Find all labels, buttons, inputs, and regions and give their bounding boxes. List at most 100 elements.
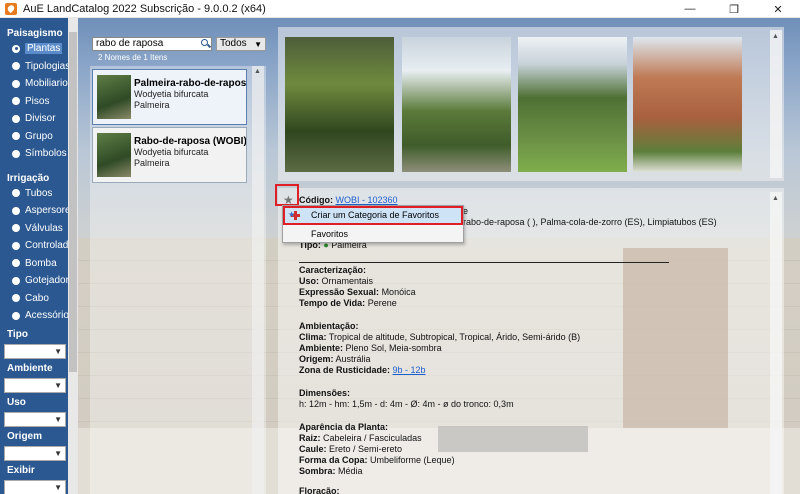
use-label: Uso: — [299, 276, 319, 286]
sidebar-item-cabo[interactable]: Cabo — [0, 290, 68, 308]
filter-label-origem: Origem — [7, 430, 43, 442]
root-label: Raiz: — [299, 433, 321, 443]
minimize-button[interactable]: — — [668, 0, 712, 18]
radio-icon — [12, 241, 20, 250]
plant-photo[interactable] — [633, 37, 742, 172]
scroll-up-icon[interactable]: ▲ — [254, 68, 261, 75]
filter-label-ambiente: Ambiente — [7, 362, 53, 374]
radio-icon — [12, 114, 20, 123]
sidebar-item-simbolos[interactable]: Símbolos — [0, 145, 68, 163]
detail-scrollbar[interactable]: ▲ — [770, 192, 782, 494]
sexual-label: Expressão Sexual: — [299, 287, 380, 297]
sidebar-item-label: Gotejador — [25, 275, 69, 287]
divider — [299, 262, 669, 263]
use-line: Uso: Ornamentais — [299, 276, 373, 287]
plant-photo[interactable] — [402, 37, 511, 172]
plant-photo[interactable] — [518, 37, 627, 172]
scroll-up-icon[interactable]: ▲ — [772, 33, 779, 40]
radio-icon — [12, 294, 20, 303]
sidebar-item-plantas[interactable]: Plantas — [0, 40, 68, 58]
filter-label-tipo: Tipo — [7, 328, 28, 340]
results-scrollbar[interactable]: ▲ — [252, 66, 264, 494]
plant-name: Palmeira-rabo-de-raposa ( — [134, 78, 246, 89]
search-icon[interactable] — [200, 38, 212, 50]
sidebar-item-label: Grupo — [25, 130, 53, 142]
sidebar-item-acessorios[interactable]: Acessórios — [0, 307, 74, 325]
sidebar-item-tipologias[interactable]: Tipologias — [0, 58, 70, 76]
env-value: Pleno Sol, Meia-sombra — [345, 343, 442, 353]
sidebar-item-controlado[interactable]: Controlado — [0, 237, 74, 255]
filter-label-exibir: Exibir — [7, 464, 35, 476]
radio-icon — [12, 276, 20, 285]
life-label: Tempo de Vida: — [299, 298, 366, 308]
life-value: Perene — [367, 298, 397, 308]
sidebar-item-divisor[interactable]: Divisor — [0, 110, 68, 128]
scrollbar-thumb[interactable] — [69, 32, 77, 372]
root-line: Raiz: Cabeleira / Fasciculadas — [299, 433, 422, 444]
result-item[interactable]: Rabo-de-raposa (WOBI) Wodyetia bifurcata… — [92, 127, 247, 183]
gallery-scrollbar[interactable]: ▲ — [770, 30, 782, 178]
result-item[interactable]: Palmeira-rabo-de-raposa ( Wodyetia bifur… — [92, 69, 247, 125]
ambientation-header: Ambientação: — [299, 321, 359, 331]
shade-line: Sombra: Média — [299, 466, 363, 477]
highlight-box-favorite — [275, 184, 299, 206]
climate-line: Clima: Tropical de altitude, Subtropical… — [299, 332, 580, 343]
plant-scientific-name: Wodyetia bifurcata — [134, 89, 209, 99]
menu-item-label: Favoritos — [311, 229, 349, 239]
climate-value: Tropical de altitude, Subtropical, Tropi… — [328, 332, 581, 342]
exibir-select[interactable]: ▼ — [4, 479, 66, 494]
sidebar-item-grupo[interactable]: Grupo — [0, 128, 68, 146]
result-filter-select[interactable]: Todos ▼ — [216, 37, 266, 51]
search-input[interactable]: rabo de raposa — [92, 37, 212, 51]
title-bar: AuE LandCatalog 2022 Subscrição - 9.0.0.… — [0, 0, 800, 18]
sidebar-item-gotejador[interactable]: Gotejador — [0, 272, 69, 290]
sidebar-item-tubos[interactable]: Tubos — [0, 185, 68, 203]
sidebar-item-aspersores[interactable]: Aspersores — [0, 202, 76, 220]
sidebar-scrollbar[interactable] — [68, 18, 78, 494]
uso-select[interactable]: ▼ — [4, 411, 66, 427]
tipo-select[interactable]: ▼ — [4, 343, 66, 359]
favorites-item[interactable]: Favoritos — [285, 227, 461, 242]
sexual-line: Expressão Sexual: Monóica — [299, 287, 416, 298]
scroll-up-icon[interactable]: ▲ — [772, 195, 779, 202]
radio-icon — [12, 44, 20, 53]
plant-photo[interactable] — [285, 37, 394, 172]
sidebar-item-mobiliarios[interactable]: Mobiliarios — [0, 75, 73, 93]
origin-value: Austrália — [335, 354, 371, 364]
highlight-box-menu — [283, 206, 463, 225]
result-filter-value: Todos — [220, 38, 247, 49]
sidebar-item-valvulas[interactable]: Válvulas — [0, 220, 68, 238]
radio-icon — [12, 149, 20, 158]
dimensions-header: Dimensões: — [299, 388, 351, 398]
sidebar-item-pisos[interactable]: Pisos — [0, 93, 68, 111]
sidebar-item-label: Tubos — [25, 187, 53, 199]
radio-icon — [12, 224, 20, 233]
sidebar-item-label: Controlado — [25, 240, 74, 252]
radio-icon — [12, 259, 20, 268]
sidebar-item-label: Cabo — [25, 292, 49, 304]
plant-type: Palmeira — [134, 158, 170, 168]
climate-label: Clima: — [299, 332, 327, 342]
code-link[interactable]: WOBI - 102360 — [336, 195, 398, 205]
window-title: AuE LandCatalog 2022 Subscrição - 9.0.0.… — [23, 2, 266, 15]
sidebar-item-label: Divisor — [25, 113, 56, 125]
chevron-down-icon: ▼ — [254, 40, 262, 49]
origin-line: Origem: Austrália — [299, 354, 371, 365]
window-controls: — ❐ ✕ — [668, 0, 800, 18]
radio-icon — [12, 132, 20, 141]
radio-icon — [12, 97, 20, 106]
chevron-down-icon: ▼ — [54, 448, 62, 458]
chevron-down-icon: ▼ — [54, 482, 62, 492]
characterization-header: Caracterização: — [299, 265, 367, 275]
shade-label: Sombra: — [299, 466, 336, 476]
radio-icon — [12, 206, 20, 215]
maximize-button[interactable]: ❐ — [712, 0, 756, 18]
env-label: Ambiente: — [299, 343, 344, 353]
sidebar-item-bomba[interactable]: Bomba — [0, 255, 68, 273]
origem-select[interactable]: ▼ — [4, 445, 66, 461]
zone-link[interactable]: 9b - 12b — [393, 365, 426, 375]
code-label: Código: — [299, 195, 333, 205]
close-button[interactable]: ✕ — [756, 0, 800, 18]
plant-thumbnail — [97, 75, 131, 119]
ambiente-select[interactable]: ▼ — [4, 377, 66, 393]
